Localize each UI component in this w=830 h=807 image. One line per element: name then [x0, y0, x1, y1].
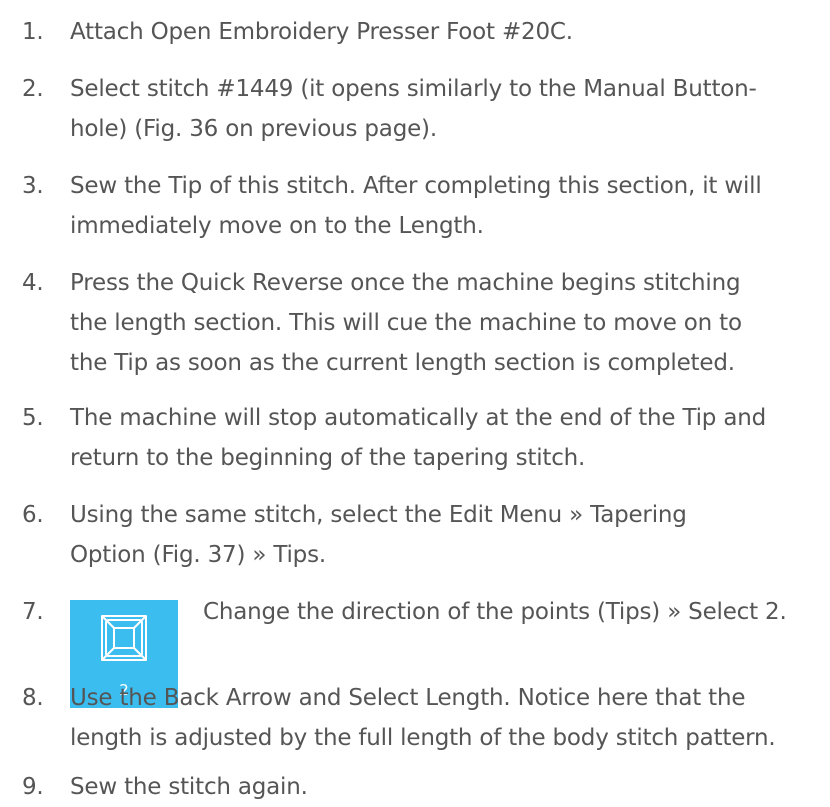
step-text-line: immediately move on to the Length. — [70, 213, 484, 239]
step-number: 4. — [22, 270, 44, 296]
step-number: 2. — [22, 76, 44, 102]
step-text-line: The machine will stop automatically at t… — [70, 405, 766, 431]
step-text-line: Use the Back Arrow and Select Length. No… — [70, 685, 746, 711]
step-text-line: Attach Open Embroidery Presser Foot #20C… — [70, 19, 573, 45]
step-number: 7. — [22, 599, 44, 625]
step-number: 9. — [22, 774, 44, 800]
step-number: 1. — [22, 19, 44, 45]
tapering-tips-icon — [101, 615, 147, 661]
step-number: 8. — [22, 685, 44, 711]
step-text-line: return to the beginning of the tapering … — [70, 445, 586, 471]
step-text: Sew the stitch again. — [70, 767, 826, 807]
step-text-line: Sew the stitch again. — [70, 774, 308, 800]
step-text-line: length is adjusted by the full length of… — [70, 725, 776, 751]
step-text-line: the Tip as soon as the current length se… — [70, 350, 735, 376]
step-text-line: Press the Quick Reverse once the machine… — [70, 270, 741, 296]
step-number: 5. — [22, 405, 44, 431]
step-number: 6. — [22, 502, 44, 528]
step-number: 3. — [22, 173, 44, 199]
step-text-line: Option (Fig. 37) » Tips. — [70, 542, 326, 568]
step-text-line: Change the direction of the points (Tips… — [203, 599, 787, 625]
step-text-line: hole) (Fig. 36 on previous page). — [70, 116, 437, 142]
step-text: Change the direction of the points (Tips… — [203, 592, 787, 632]
step-text-line: Sew the Tip of this stitch. After comple… — [70, 173, 762, 199]
step-text: Use the Back Arrow and Select Length. No… — [70, 678, 826, 758]
step-text: Sew the Tip of this stitch. After comple… — [70, 166, 826, 246]
step-text: Attach Open Embroidery Presser Foot #20C… — [70, 12, 826, 52]
step-text-line: the length section. This will cue the ma… — [70, 310, 742, 336]
step-text: The machine will stop automatically at t… — [70, 398, 826, 478]
step-text-line: Select stitch #1449 (it opens similarly … — [70, 76, 757, 102]
step-text: Select stitch #1449 (it opens similarly … — [70, 69, 826, 149]
step-text: Using the same stitch, select the Edit M… — [70, 495, 826, 575]
step-text-line: Using the same stitch, select the Edit M… — [70, 502, 687, 528]
step-text: Press the Quick Reverse once the machine… — [70, 263, 826, 383]
